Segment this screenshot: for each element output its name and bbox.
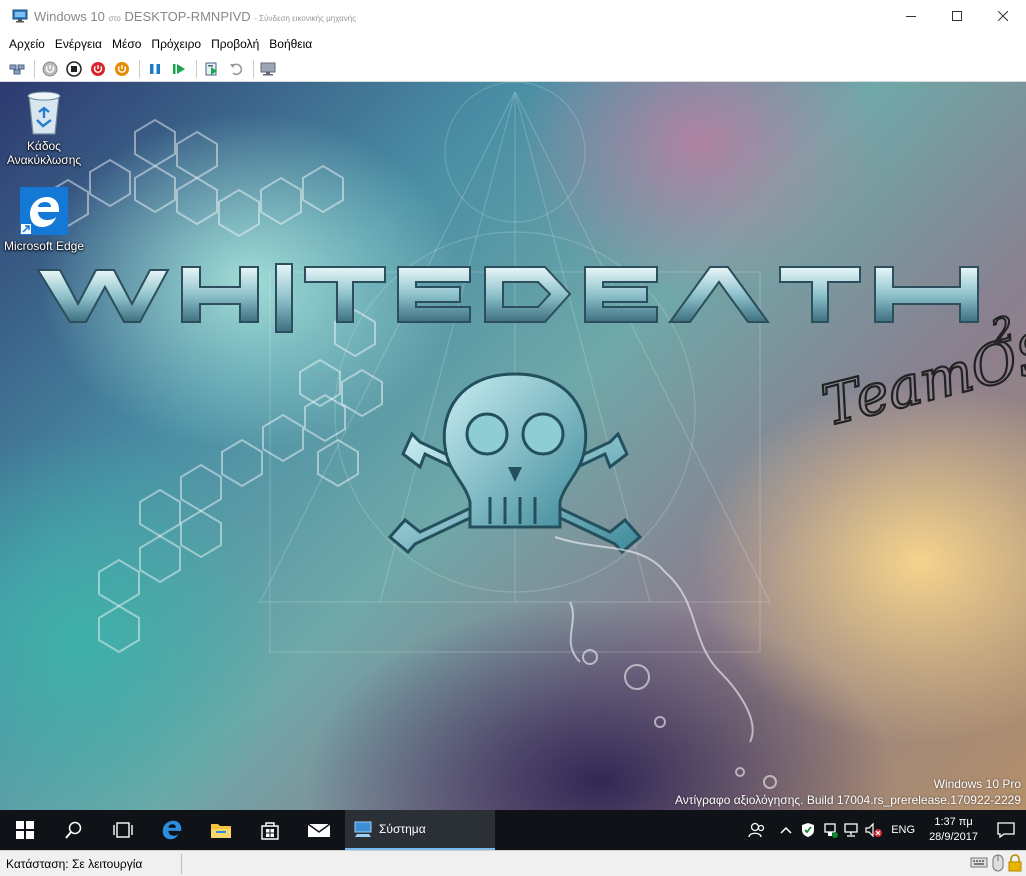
maximize-icon (952, 11, 962, 21)
close-button[interactable] (980, 0, 1026, 32)
action-center-icon (997, 822, 1015, 838)
show-hidden-icons-button[interactable] (775, 810, 797, 850)
desktop-icon-microsoft-edge[interactable]: Microsoft Edge (2, 186, 86, 253)
start-icon (42, 61, 58, 76)
toolbar (0, 56, 1026, 82)
close-icon (998, 11, 1008, 21)
windows-watermark: Windows 10 Pro Αντίγραφο αξιολόγησης. Bu… (674, 777, 1021, 807)
taskbar: Σύστημα ENG 1:37 πμ 28/9/2017 (0, 810, 1026, 850)
usb-icon (824, 823, 839, 838)
menu-file[interactable]: Αρχείο (4, 37, 50, 51)
volume-muted-icon (865, 822, 883, 838)
usb-tray-button[interactable] (819, 810, 841, 850)
checkpoint-button[interactable] (201, 58, 223, 80)
window-title: Windows 10 στο DESKTOP-RMNPIVD - Σύνδεση… (34, 8, 357, 24)
toolbar-separator (34, 59, 35, 78)
taskbar-mail-button[interactable] (294, 810, 343, 850)
pause-icon (150, 63, 160, 74)
task-view-icon (112, 822, 133, 838)
keyboard-icon (970, 857, 988, 868)
volume-tray-button[interactable] (863, 810, 885, 850)
search-icon (64, 821, 81, 839)
edge-icon (20, 187, 68, 235)
mail-icon (307, 823, 330, 837)
taskbar-edge-button[interactable] (147, 810, 196, 850)
taskbar-file-explorer-button[interactable] (196, 810, 245, 850)
vm-status-text: Κατάσταση: Σε λειτουργία (0, 853, 182, 874)
network-icon (844, 823, 858, 837)
maximize-button[interactable] (934, 0, 980, 32)
menu-media[interactable]: Μέσο (107, 37, 146, 51)
turn-off-button[interactable] (63, 58, 85, 80)
revert-button[interactable] (225, 58, 247, 80)
skull-emblem (387, 372, 643, 555)
toolbar-separator (253, 59, 254, 78)
menu-action[interactable]: Ενέργεια (50, 37, 107, 51)
resume-icon (173, 63, 185, 74)
revert-icon (230, 63, 243, 75)
window-title-bar[interactable]: Windows 10 στο DESKTOP-RMNPIVD - Σύνδεση… (0, 0, 1026, 32)
start-button[interactable] (0, 810, 49, 850)
menu-bar: Αρχείο Ενέργεια Μέσο Πρόχειρο Προβολή Βο… (0, 32, 1026, 56)
shutdown-button[interactable] (87, 58, 109, 80)
menu-view[interactable]: Προβολή (206, 37, 264, 51)
action-center-button[interactable] (986, 810, 1026, 850)
taskbar-clock[interactable]: 1:37 πμ 28/9/2017 (921, 815, 986, 845)
toolbar-separator (196, 59, 197, 78)
turn-off-icon (66, 60, 82, 77)
menu-help[interactable]: Βοήθεια (264, 37, 317, 51)
ctrl-alt-del-icon (9, 64, 25, 74)
pause-button[interactable] (144, 58, 166, 80)
mouse-capture-icon (992, 854, 1004, 872)
task-view-button[interactable] (98, 810, 147, 850)
taskbar-system-window[interactable]: Σύστημα (345, 810, 495, 850)
toolbar-separator (139, 59, 140, 78)
system-icon (354, 821, 372, 837)
taskbar-store-button[interactable] (245, 810, 294, 850)
file-explorer-icon (210, 824, 231, 838)
windows-start-icon (15, 821, 34, 839)
store-icon (260, 822, 279, 840)
defender-icon (802, 823, 815, 837)
people-icon (748, 822, 765, 838)
shutdown-icon (91, 61, 105, 76)
resume-button[interactable] (168, 58, 190, 80)
checkpoint-icon (205, 62, 217, 75)
status-bar: Κατάσταση: Σε λειτουργία (0, 850, 1026, 876)
search-button[interactable] (49, 810, 98, 850)
menu-clipboard[interactable]: Πρόχειρο (146, 37, 206, 51)
network-tray-button[interactable] (841, 810, 863, 850)
system-tray: ENG 1:37 πμ 28/9/2017 (739, 810, 1026, 850)
enhanced-session-icon (260, 62, 276, 75)
recycle-bin-icon (27, 91, 61, 135)
save-icon (115, 61, 129, 76)
input-language[interactable]: ENG (885, 824, 921, 836)
desktop-icon-recycle-bin[interactable]: Κάδος Ανακύκλωσης (2, 88, 86, 167)
lock-icon (1008, 854, 1022, 872)
minimize-button[interactable] (888, 0, 934, 32)
enhanced-session-button[interactable] (258, 58, 280, 80)
vm-connection-icon (12, 9, 28, 23)
people-button[interactable] (739, 810, 775, 850)
defender-tray-button[interactable] (797, 810, 819, 850)
start-button[interactable] (39, 58, 61, 80)
ctrl-alt-del-button[interactable] (6, 58, 28, 80)
save-button[interactable] (111, 58, 133, 80)
vm-desktop[interactable]: TeamOS 2 Κάδος Ανακύκλωσης Microsoft Edg… (0, 82, 1026, 810)
edge-icon (162, 820, 181, 840)
minimize-icon (906, 16, 916, 17)
wallpaper: TeamOS 2 (36, 82, 1026, 789)
chevron-up-icon (780, 826, 792, 834)
